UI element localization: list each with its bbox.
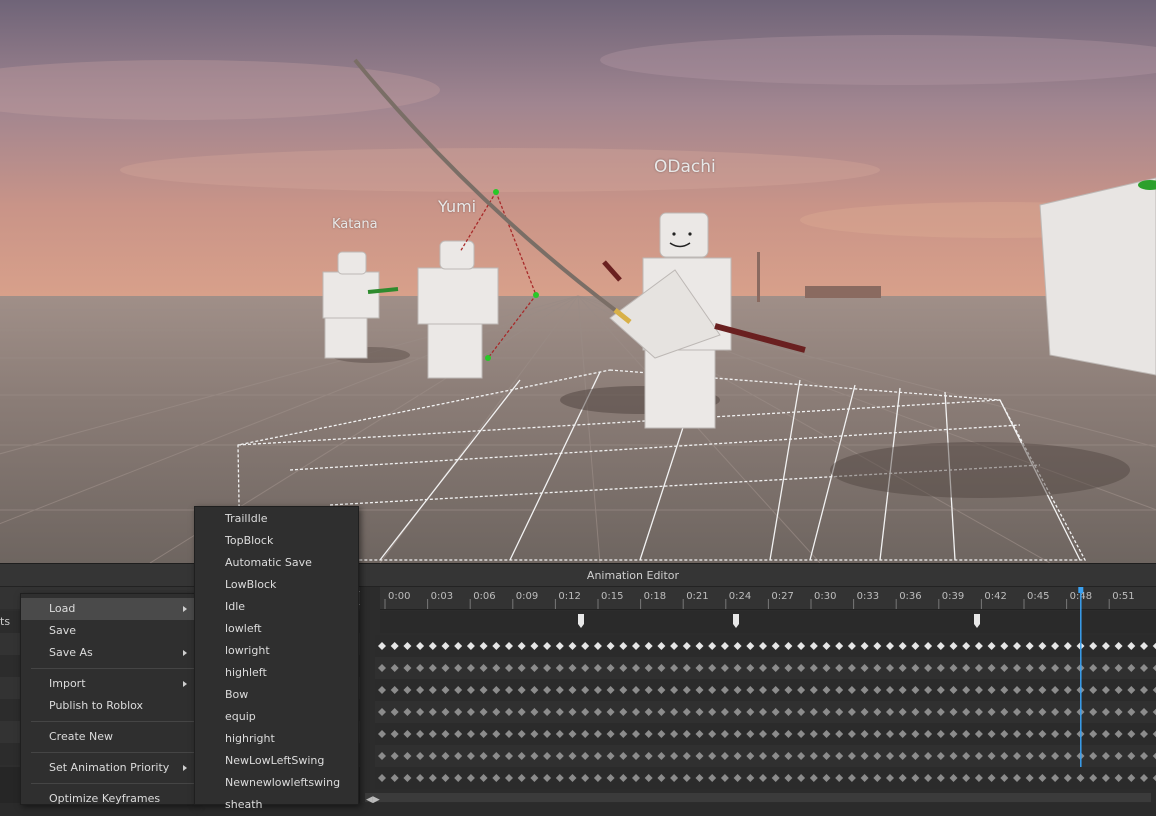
menu-item-label: Publish to Roblox <box>49 699 144 712</box>
timeline[interactable]: 0:00 0:03 0:06 0:09 0:12 0:15 0:18 0:21 0:24 0:27… <box>360 587 1156 803</box>
submenu-arrow-icon <box>183 606 187 612</box>
load-item-lowleft[interactable]: lowleft <box>195 618 358 640</box>
editor-titlebar[interactable]: Animation Editor <box>0 563 1156 587</box>
menu-item-label: Save <box>49 624 77 637</box>
menu-item-optimize-keyframes[interactable]: Optimize Keyframes <box>21 788 195 810</box>
keyframe-tracks[interactable]: ◀▶ <box>360 587 1156 803</box>
menu-separator <box>31 783 195 784</box>
submenu-arrow-icon <box>183 650 187 656</box>
load-item-automatic-save[interactable]: Automatic Save <box>195 552 358 574</box>
load-item-newnewlowleftswing[interactable]: Newnewlowleftswing <box>195 772 358 794</box>
load-item-newlowleftswing[interactable]: NewLowLeftSwing <box>195 750 358 772</box>
load-item-sheath[interactable]: sheath <box>195 794 358 816</box>
menu-separator <box>31 752 195 753</box>
menu-item-create-new[interactable]: Create New <box>21 726 195 748</box>
menu-item-label: Set Animation Priority <box>49 761 170 774</box>
load-item-highleft[interactable]: highleft <box>195 662 358 684</box>
track-label-partial: ts <box>0 615 11 628</box>
load-item-highright[interactable]: highright <box>195 728 358 750</box>
menu-item-import[interactable]: Import <box>21 673 195 695</box>
scrollbar-handle-icon: ◀▶ <box>366 795 380 803</box>
menu-item-save[interactable]: Save <box>21 620 195 642</box>
menu-item-label: Create New <box>49 730 114 743</box>
menu-item-publish-to-roblox[interactable]: Publish to Roblox <box>21 695 195 717</box>
character-name-katana: Katana <box>332 217 378 232</box>
load-item-lowblock[interactable]: LowBlock <box>195 574 358 596</box>
submenu-arrow-icon <box>183 765 187 771</box>
3d-viewport[interactable]: Katana Yumi ODachi <box>0 0 1156 563</box>
character-name-odachi: ODachi <box>654 157 716 177</box>
submenu-arrow-icon <box>183 681 187 687</box>
menu-item-set-animation-priority[interactable]: Set Animation Priority <box>21 757 195 779</box>
menu-item-label: Optimize Keyframes <box>49 792 161 805</box>
menu-separator <box>31 668 195 669</box>
load-item-lowright[interactable]: lowright <box>195 640 358 662</box>
file-menu: Load Save Save As Import Publish to Roblox Cr… <box>20 593 196 805</box>
event-marker-row <box>380 611 1156 633</box>
menu-item-label: Import <box>49 677 86 690</box>
menu-separator <box>31 721 195 722</box>
load-submenu: TrailIdle TopBlock Automatic Save LowBlock I… <box>194 506 359 811</box>
scene-render <box>0 0 1156 563</box>
character-name-yumi: Yumi <box>438 197 477 216</box>
menu-item-label: Load <box>49 602 76 615</box>
load-item-idle[interactable]: Idle <box>195 596 358 618</box>
load-item-equip[interactable]: equip <box>195 706 358 728</box>
playhead-handle <box>1078 587 1084 593</box>
menu-item-load[interactable]: Load <box>21 598 195 620</box>
load-item-topblock[interactable]: TopBlock <box>195 530 358 552</box>
menu-item-label: Save As <box>49 646 93 659</box>
editor-title: Animation Editor <box>586 569 680 582</box>
menu-item-save-as[interactable]: Save As <box>21 642 195 664</box>
load-item-bow[interactable]: Bow <box>195 684 358 706</box>
timeline-scrollbar <box>365 793 1151 802</box>
load-item-trailidle[interactable]: TrailIdle <box>195 508 358 530</box>
